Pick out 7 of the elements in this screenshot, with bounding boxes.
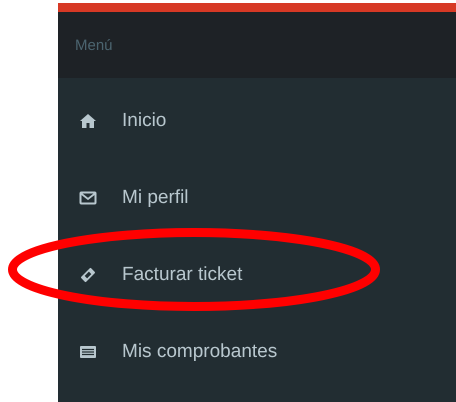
envelope-icon [79, 188, 97, 206]
menu-item[interactable]: Mi perfil [122, 186, 189, 208]
menu-item[interactable]: Facturar ticket [122, 264, 242, 286]
menu-heading: Menú [75, 36, 113, 54]
menu-item[interactable]: Mis comprobantes [122, 340, 278, 362]
home-icon [79, 112, 97, 130]
menu-item[interactable]: Inicio [122, 110, 166, 132]
